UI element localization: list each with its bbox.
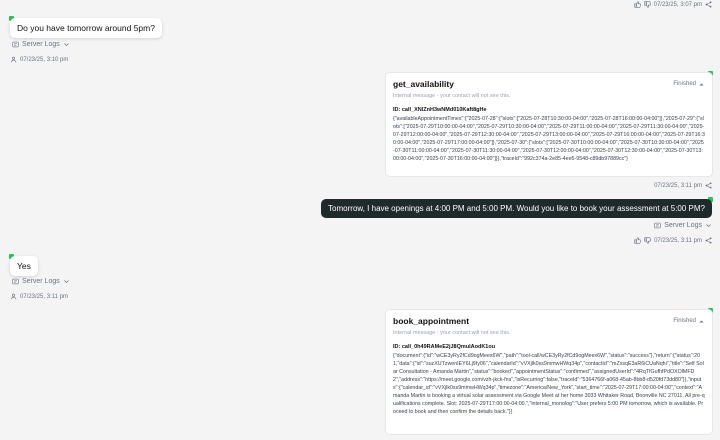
tool-meta: 07/23/25, 3:11 pm (654, 182, 712, 189)
message-meta: 07/23/25, 3:10 pm (10, 56, 68, 63)
user-icon (10, 293, 17, 300)
tool-name: get_availability (393, 79, 454, 89)
server-logs-toggle[interactable]: Server Logs (12, 41, 70, 48)
tool-name: book_appointment (393, 316, 470, 326)
message-text: Yes (17, 261, 31, 271)
thumbs-up-icon[interactable] (634, 237, 641, 244)
thumbs-up-icon[interactable] (634, 1, 641, 8)
tool-status-label: Finished (673, 81, 696, 87)
message-text: Tomorrow, I have openings at 4:00 PM and… (328, 204, 705, 213)
tool-call-card: book_appointment Finished Internal messa… (386, 310, 712, 434)
caret-up-icon (698, 81, 705, 88)
message-time: 07/23/25, 3:11 pm (20, 293, 68, 300)
server-logs-label: Server Logs (22, 41, 60, 48)
tool-status[interactable]: Finished (673, 81, 705, 88)
message-time: 07/23/25, 3:11 pm (654, 237, 702, 244)
chevron-down-icon (705, 222, 712, 229)
thumbs-down-icon[interactable] (644, 237, 651, 244)
top-meta-time: 07/23/25, 3:07 pm (653, 1, 702, 8)
tool-status[interactable]: Finished (673, 318, 705, 325)
message-bubble: Do you have tomorrow around 5pm? (10, 18, 162, 38)
chevron-down-icon (63, 278, 70, 285)
tool-status-label: Finished (673, 318, 696, 324)
message-text: Do you have tomorrow around 5pm? (17, 23, 155, 33)
internal-note: Internal message - your contact will not… (393, 93, 511, 99)
message-meta: 07/23/25, 3:11 pm (10, 293, 68, 300)
message-bubble: Yes (10, 256, 38, 276)
thumbs-down-icon[interactable] (644, 1, 651, 8)
caret-up-icon (698, 318, 705, 325)
message-time: 07/23/25, 3:10 pm (20, 56, 69, 63)
tool-call-card: get_availability Finished Internal messa… (386, 73, 712, 176)
share-icon[interactable] (705, 237, 712, 244)
server-logs-toggle[interactable]: Server Logs (12, 278, 70, 285)
tool-call-id: ID: call_XNlZnH3wNMd010Kaft8gHe (393, 107, 487, 113)
top-meta: 07/23/25, 3:07 pm (634, 1, 712, 8)
server-logs-label: Server Logs (664, 222, 702, 229)
share-icon[interactable] (705, 1, 712, 8)
tool-time: 07/23/25, 3:11 pm (654, 182, 702, 189)
internal-note: Internal message - your contact will not… (393, 330, 511, 336)
share-icon[interactable] (705, 182, 712, 189)
user-icon (10, 56, 17, 63)
log-icon (12, 41, 19, 48)
tool-output: {"document":{"id":"wCE3yRy2fCd9ogMeex6W"… (393, 353, 705, 415)
tool-call-id: ID: call_0h49RAMeE2jJ8QmulAodK1ou (393, 344, 496, 350)
message-meta: 07/23/25, 3:11 pm (634, 237, 712, 244)
message-bubble-outbound: Tomorrow, I have openings at 4:00 PM and… (321, 199, 712, 218)
server-logs-label: Server Logs (22, 278, 60, 285)
tool-output: {"availableAppointmentTimes":{"2025-07-2… (393, 116, 705, 162)
log-icon (12, 278, 19, 285)
chevron-down-icon (63, 41, 70, 48)
server-logs-toggle[interactable]: Server Logs (654, 222, 712, 229)
log-icon (654, 222, 661, 229)
